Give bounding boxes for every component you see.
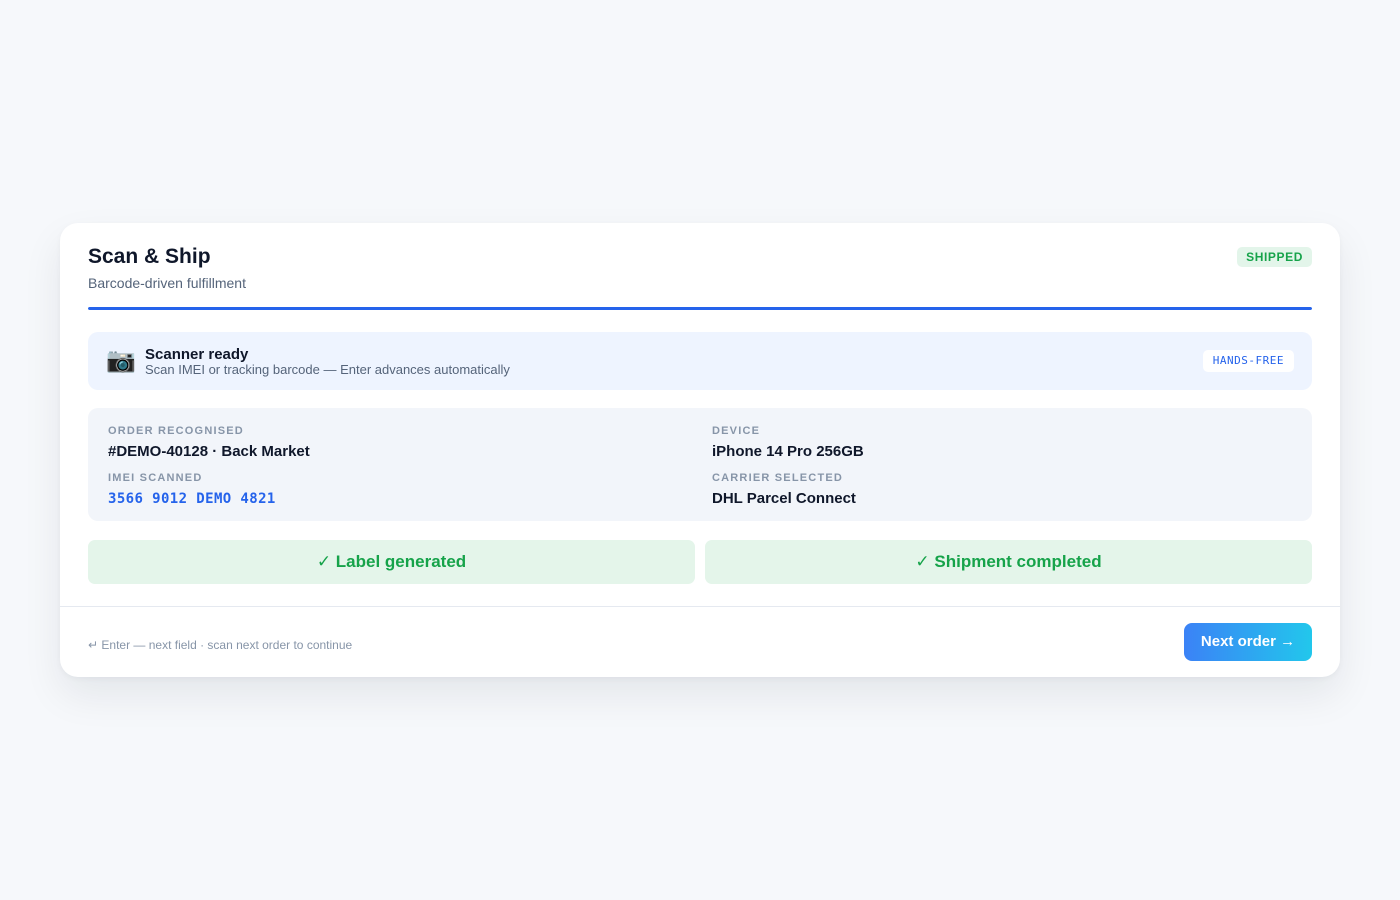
step-label-generated: ✓ Label generated: [88, 540, 695, 584]
imei-label: IMEI SCANNED: [108, 472, 203, 484]
imei-field: IMEI SCANNED 3566 9012 DEMO 4821: [108, 472, 668, 508]
next-order-button[interactable]: Next order →: [1184, 623, 1312, 661]
camera-icon: 📷: [106, 347, 136, 374]
footer-divider: [60, 606, 1340, 607]
keyboard-hint: ↵ Enter — next field · scan next order t…: [88, 638, 353, 652]
hands-free-badge: HANDS-FREE: [1202, 350, 1294, 372]
scanner-status-panel: 📷 Scanner ready Scan IMEI or tracking ba…: [88, 332, 1312, 390]
carrier-value: DHL Parcel Connect: [712, 490, 856, 507]
progress-bar-fill: [88, 307, 1312, 310]
device-field: DEVICE iPhone 14 Pro 256GB: [712, 425, 1272, 461]
device-label: DEVICE: [712, 425, 761, 437]
carrier-label: CARRIER SELECTED: [712, 472, 844, 484]
order-value: #DEMO-40128 · Back Market: [108, 443, 310, 460]
order-field: ORDER RECOGNISED #DEMO-40128 · Back Mark…: [108, 425, 668, 461]
step-shipment-completed: ✓ Shipment completed: [705, 540, 1312, 584]
page-title: Scan & Ship: [88, 245, 211, 268]
device-value: iPhone 14 Pro 256GB: [712, 443, 864, 460]
progress-bar: [88, 307, 1312, 310]
scanner-title: Scanner ready: [145, 346, 249, 363]
fulfillment-steps: ✓ Label generated ✓ Shipment completed: [88, 540, 1312, 584]
carrier-field: CARRIER SELECTED DHL Parcel Connect: [712, 472, 1272, 508]
card-header: Scan & Ship Barcode-driven fulfillment S…: [88, 245, 1312, 315]
order-details-panel: ORDER RECOGNISED #DEMO-40128 · Back Mark…: [88, 408, 1312, 521]
order-label: ORDER RECOGNISED: [108, 425, 244, 437]
scanner-subtitle: Scan IMEI or tracking barcode — Enter ad…: [145, 362, 510, 377]
imei-value: 3566 9012 DEMO 4821: [108, 491, 276, 507]
scan-ship-card: Scan & Ship Barcode-driven fulfillment S…: [60, 223, 1340, 677]
status-badge: SHIPPED: [1237, 247, 1312, 267]
page-subtitle: Barcode-driven fulfillment: [88, 275, 246, 291]
